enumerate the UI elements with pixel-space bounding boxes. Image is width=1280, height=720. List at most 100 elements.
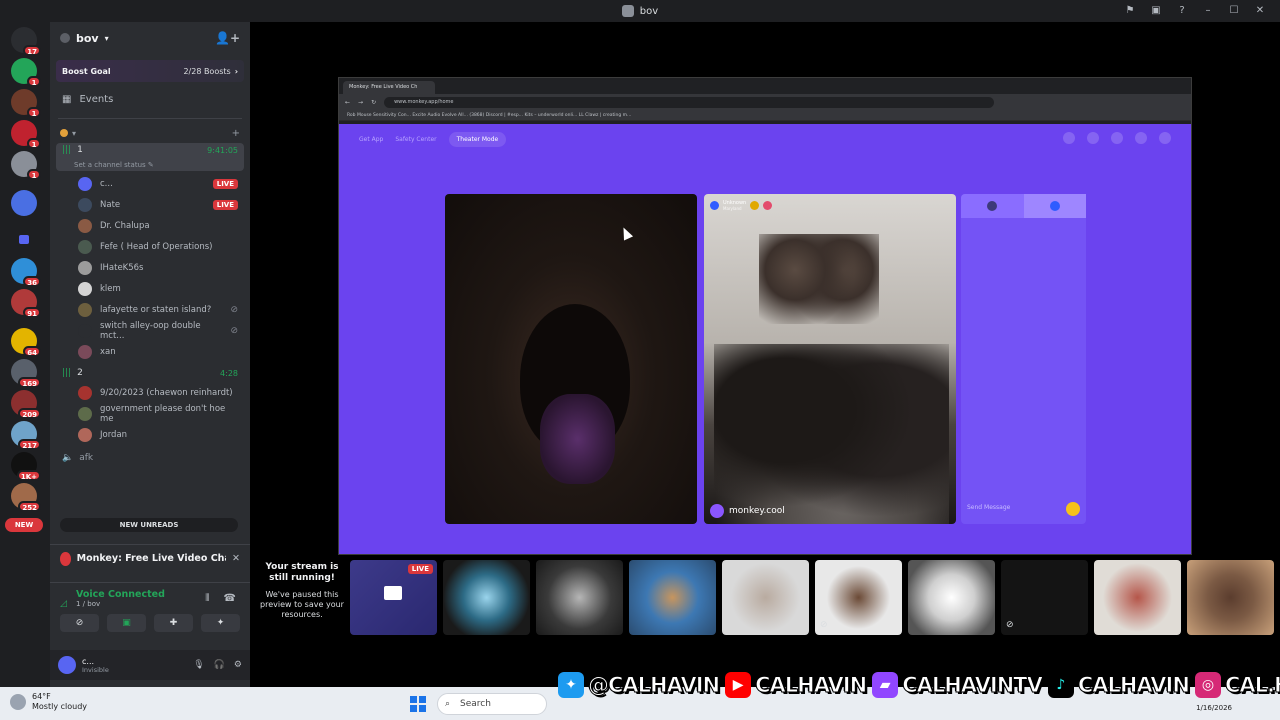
participant-tile[interactable]	[629, 560, 716, 635]
user-name[interactable]: c...	[82, 657, 109, 666]
activities-button[interactable]: ✚	[154, 614, 193, 632]
voice-member[interactable]: klem	[50, 278, 250, 299]
server-icon[interactable]: 1	[11, 89, 41, 118]
voice-member[interactable]: government please don't hoe me	[50, 403, 250, 424]
soundboard-button[interactable]: ✦	[201, 614, 240, 632]
voice-channel-afk[interactable]: 🔈 afk	[56, 451, 244, 465]
microphone-icon[interactable]: 🎙	[193, 660, 204, 670]
voice-channel-2[interactable]: ||| 2 4:28	[56, 366, 244, 380]
headphones-icon[interactable]: 🎧	[214, 660, 225, 670]
camera-off-button[interactable]: ⊘	[60, 614, 99, 632]
back-icon[interactable]: ←	[345, 99, 350, 106]
partner-info[interactable]: Unknown Maryland	[710, 200, 773, 211]
help-icon[interactable]: ?	[1176, 5, 1188, 17]
search-icon[interactable]	[1063, 132, 1075, 144]
server-icon[interactable]: 1	[11, 151, 41, 180]
gear-icon[interactable]: ⚙	[234, 660, 242, 670]
monkey-app-icon	[60, 551, 71, 566]
streamed-browser-window[interactable]: Monkey: Free Live Video Ch ← → ↻ www.mon…	[338, 77, 1192, 555]
category-header[interactable]: ▾ +	[50, 125, 250, 141]
profile-icon[interactable]	[1087, 132, 1099, 144]
maximize-icon[interactable]: ☐	[1228, 5, 1240, 17]
participant-tile[interactable]	[443, 560, 530, 635]
settings-icon[interactable]	[1159, 132, 1171, 144]
taskbar-date: 1/16/2026	[1196, 704, 1232, 712]
server-icon[interactable]: 252	[11, 483, 41, 512]
server-icon[interactable]: 1K+	[11, 452, 41, 481]
avatar[interactable]	[58, 656, 76, 674]
mail-icon[interactable]	[11, 190, 37, 216]
voice-member[interactable]: IHateK56s	[50, 257, 250, 278]
server-icon[interactable]: 1	[11, 120, 41, 149]
windows-start-icon[interactable]	[410, 696, 426, 712]
events-item[interactable]: ▦ Events	[50, 86, 250, 112]
mute-icon: ⊘	[230, 304, 238, 315]
user-status: Invisible	[82, 665, 109, 674]
theater-mode-button[interactable]: Theater Mode	[448, 131, 507, 147]
address-bar[interactable]: www.monkey.app/home	[384, 96, 995, 108]
now-playing-activity[interactable]: Monkey: Free Live Video Chat to M... ✕	[50, 544, 250, 572]
participant-tile[interactable]: ⊘	[815, 560, 902, 635]
participant-tile[interactable]	[722, 560, 809, 635]
server-icon[interactable]: 64	[11, 328, 41, 357]
chat-tab-info[interactable]	[1023, 194, 1086, 218]
server-icon[interactable]: 91	[11, 289, 41, 318]
server-icon[interactable]: 209	[11, 390, 41, 419]
voice-member[interactable]: 9/20/2023 (chaewon reinhardt)	[50, 382, 250, 403]
participant-tile[interactable]	[536, 560, 623, 635]
history-icon[interactable]	[1111, 132, 1123, 144]
voice-member[interactable]: c... LIVE	[50, 173, 250, 194]
plus-icon[interactable]: +	[232, 128, 240, 139]
safety-center-button[interactable]: Safety Center	[395, 136, 436, 143]
weather-widget[interactable]: 64°F Mostly cloudy	[10, 692, 87, 712]
home-icon[interactable]: 17	[11, 27, 41, 56]
close-icon[interactable]: ✕	[1254, 5, 1266, 17]
divider	[58, 118, 242, 119]
social-instagram: ◎ CAL.HAVIN	[1194, 672, 1280, 698]
reload-icon[interactable]: ↻	[371, 99, 376, 106]
voice-member[interactable]: Jordan	[50, 424, 250, 445]
badge: 1K+	[16, 470, 41, 481]
voice-member[interactable]: lafayette or staten island? ⊘	[50, 299, 250, 320]
participant-tile[interactable]	[1094, 560, 1181, 635]
noise-suppression-icon[interactable]: ⦀	[205, 593, 209, 604]
voice-member[interactable]: Nate LIVE	[50, 194, 250, 215]
server-icon[interactable]: 169	[11, 359, 41, 388]
close-icon[interactable]: ✕	[232, 553, 240, 564]
new-unreads-pill[interactable]: NEW UNREADS	[60, 518, 238, 532]
server-icon[interactable]: 36	[11, 258, 41, 287]
channel-status[interactable]: Set a channel status ✎	[62, 161, 238, 169]
stream-paused-notice: Your stream is still running! We've paus…	[258, 562, 346, 620]
new-pill[interactable]: NEW	[5, 518, 43, 532]
voice-member[interactable]: Dr. Chalupa	[50, 215, 250, 236]
folder-icon[interactable]	[11, 227, 37, 253]
participant-tile[interactable]	[908, 560, 995, 635]
taskbar-search[interactable]: ⌕ Search	[437, 693, 547, 715]
disconnect-icon[interactable]: ☎	[224, 593, 236, 604]
inbox-icon[interactable]: ▣	[1150, 5, 1162, 17]
flag-icon[interactable]: ⚑	[1124, 5, 1136, 17]
server-icon[interactable]: 1	[11, 58, 41, 87]
voice-member[interactable]: switch alley-oop double mct... ⊘	[50, 320, 250, 341]
participant-tile[interactable]	[1187, 560, 1274, 635]
browser-tab[interactable]: Monkey: Free Live Video Ch	[343, 81, 435, 94]
boost-goal[interactable]: Boost Goal 2/28 Boosts ›	[56, 60, 244, 82]
invite-icon[interactable]: 👤+	[215, 31, 240, 45]
voice-member[interactable]: xan	[50, 341, 250, 362]
server-header[interactable]: bov ▾ 👤+	[50, 22, 250, 54]
screen-share-button[interactable]: ▣	[107, 614, 146, 632]
get-app-button[interactable]: Get App	[359, 136, 383, 143]
participant-tile[interactable]: LIVE	[350, 560, 437, 635]
voice-member[interactable]: Fefe ( Head of Operations)	[50, 236, 250, 257]
bookmarks-bar[interactable]: Rob Mouse Sensitivity Con... Excite Audi…	[339, 110, 1191, 121]
chat-tab-partner[interactable]	[961, 194, 1024, 218]
participant-tile[interactable]: ⊘	[1001, 560, 1088, 635]
send-message-input[interactable]: Send Message	[965, 500, 1082, 516]
forward-icon[interactable]: →	[358, 99, 363, 106]
minimize-icon[interactable]: –	[1202, 5, 1214, 17]
member-name: lafayette or staten island?	[100, 304, 212, 315]
gift-icon[interactable]	[1066, 502, 1080, 516]
messages-icon[interactable]	[1135, 132, 1147, 144]
voice-channel-1[interactable]: ||| 1 9:41:05 Set a channel status ✎	[56, 143, 244, 171]
server-icon[interactable]: 217	[11, 421, 41, 450]
